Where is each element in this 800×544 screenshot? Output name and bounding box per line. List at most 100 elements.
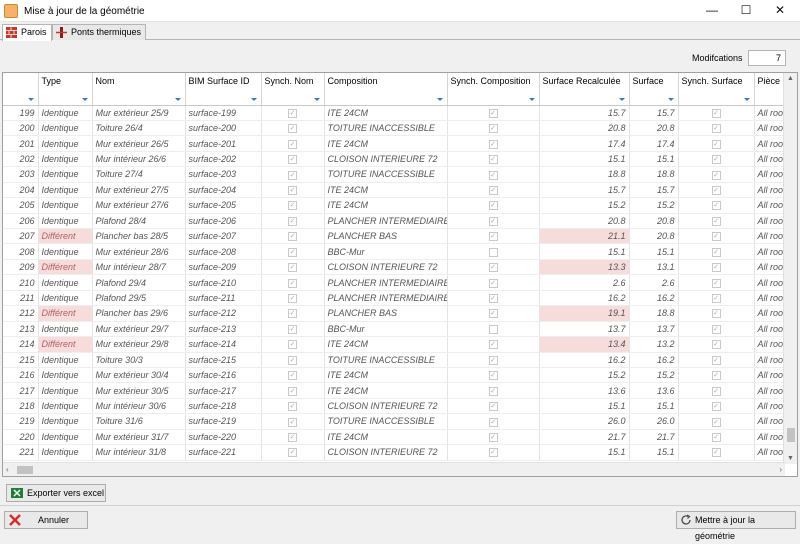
sync-composition-cell[interactable]: ✓: [447, 367, 540, 384]
checkbox[interactable]: ✓: [488, 124, 498, 134]
bim-id-cell[interactable]: surface-204: [185, 182, 262, 199]
recalc-surface-cell[interactable]: 13.6: [539, 382, 630, 399]
sync-composition-cell[interactable]: ✓: [447, 444, 540, 461]
name-cell[interactable]: Mur extérieur 26/5: [92, 135, 186, 152]
composition-cell[interactable]: PLANCHER INTERMEDIAIRE: [324, 274, 448, 291]
bim-id-cell[interactable]: surface-200: [185, 120, 262, 137]
recalc-surface-cell[interactable]: 15.1: [539, 444, 630, 461]
sync-composition-cell[interactable]: ✓: [447, 290, 540, 307]
sync-name-cell[interactable]: ✓: [261, 429, 325, 446]
scroll-left-icon[interactable]: ‹: [6, 465, 9, 474]
checkbox[interactable]: ✓: [288, 448, 297, 458]
row-number-cell[interactable]: 202: [3, 151, 39, 168]
type-cell[interactable]: Identique: [38, 213, 93, 230]
type-cell[interactable]: Différent: [38, 228, 93, 245]
checkbox[interactable]: ✓: [488, 448, 498, 458]
name-cell[interactable]: Mur intérieur 28/7: [92, 259, 186, 276]
sync-composition-cell[interactable]: ✓: [447, 105, 540, 121]
sync-surface-cell[interactable]: ✓: [678, 135, 755, 152]
scroll-thumb[interactable]: [787, 428, 795, 442]
surface-cell[interactable]: 13.7: [629, 321, 679, 338]
row-number-cell[interactable]: 216: [3, 367, 39, 384]
bim-id-cell[interactable]: surface-206: [185, 213, 262, 230]
sync-name-cell[interactable]: ✓: [261, 259, 325, 276]
composition-cell[interactable]: TOITURE INACCESSIBLE: [324, 166, 448, 183]
name-cell[interactable]: Mur intérieur 26/6: [92, 151, 186, 168]
bim-id-cell[interactable]: surface-217: [185, 382, 262, 399]
sync-name-cell[interactable]: ✓: [261, 197, 325, 214]
composition-cell[interactable]: CLOISON INTERIEURE 72: [324, 444, 448, 461]
surface-cell[interactable]: 17.4: [629, 135, 679, 152]
bim-id-cell[interactable]: surface-203: [185, 166, 262, 183]
surface-cell[interactable]: 26.0: [629, 413, 679, 430]
recalc-surface-cell[interactable]: 15.2: [539, 367, 630, 384]
sync-composition-cell[interactable]: ✓: [447, 305, 540, 322]
checkbox[interactable]: ✓: [288, 340, 297, 350]
sync-composition-cell[interactable]: ✓: [447, 336, 540, 353]
checkbox[interactable]: ✓: [711, 263, 721, 273]
checkbox[interactable]: ✓: [711, 432, 721, 442]
filter-icon[interactable]: [250, 97, 257, 101]
checkbox[interactable]: ✓: [711, 355, 721, 365]
bim-id-cell[interactable]: surface-207: [185, 228, 262, 245]
checkbox[interactable]: ✓: [488, 386, 498, 396]
recalc-surface-cell[interactable]: 15.2: [539, 197, 630, 214]
sync-name-cell[interactable]: ✓: [261, 274, 325, 291]
composition-cell[interactable]: BBC-Mur: [324, 243, 448, 260]
table-row[interactable]: 211 Identique Plafond 29/5 surface-211 ✓ PLAN…: [3, 290, 797, 307]
recalc-surface-cell[interactable]: 13.7: [539, 321, 630, 338]
sync-surface-cell[interactable]: ✓: [678, 213, 755, 230]
bim-id-cell[interactable]: surface-211: [185, 290, 262, 307]
surface-cell[interactable]: 15.1: [629, 398, 679, 415]
row-number-cell[interactable]: 207: [3, 228, 39, 245]
checkbox[interactable]: ✓: [288, 201, 297, 211]
table-row[interactable]: 209 Différent Mur intérieur 28/7 surface-20…: [3, 259, 797, 276]
name-cell[interactable]: Mur extérieur 30/4: [92, 367, 186, 384]
checkbox[interactable]: ✓: [711, 402, 721, 412]
bim-id-cell[interactable]: surface-216: [185, 367, 262, 384]
table-row[interactable]: 213 Identique Mur extérieur 29/7 surface-21…: [3, 321, 797, 338]
row-number-cell[interactable]: 209: [3, 259, 39, 276]
bim-id-cell[interactable]: surface-220: [185, 429, 262, 446]
sync-composition-cell[interactable]: ✓: [447, 382, 540, 399]
table-row[interactable]: 210 Identique Plafond 29/4 surface-210 ✓ PLAN…: [3, 274, 797, 291]
type-cell[interactable]: Identique: [38, 352, 93, 368]
table-row[interactable]: 201 Identique Mur extérieur 26/5 surface-20…: [3, 135, 797, 152]
surface-cell[interactable]: 15.1: [629, 444, 679, 461]
checkbox[interactable]: ✓: [711, 417, 721, 427]
table-row[interactable]: 199 Identique Mur extérieur 25/9 surface-19…: [3, 105, 797, 121]
composition-cell[interactable]: ITE 24CM: [324, 197, 448, 214]
sync-surface-cell[interactable]: ✓: [678, 197, 755, 214]
checkbox[interactable]: ✓: [488, 232, 498, 242]
composition-cell[interactable]: ITE 24CM: [324, 382, 448, 399]
surface-cell[interactable]: 20.8: [629, 213, 679, 230]
sync-composition-cell[interactable]: ✓: [447, 120, 540, 137]
sync-composition-cell[interactable]: ✓: [447, 182, 540, 199]
filter-icon[interactable]: [27, 97, 34, 101]
name-cell[interactable]: Toiture 31/6: [92, 413, 186, 430]
sync-composition-cell[interactable]: ✓: [447, 429, 540, 446]
column-header[interactable]: Nom: [92, 73, 186, 106]
sync-surface-cell[interactable]: ✓: [678, 120, 755, 137]
sync-composition-cell[interactable]: ✓: [447, 398, 540, 415]
checkbox[interactable]: ✓: [288, 170, 297, 180]
surface-cell[interactable]: 15.1: [629, 243, 679, 260]
surface-cell[interactable]: 16.2: [629, 290, 679, 307]
type-cell[interactable]: Identique: [38, 274, 93, 291]
checkbox[interactable]: ✓: [288, 355, 297, 365]
checkbox[interactable]: ✓: [288, 386, 297, 396]
sync-surface-cell[interactable]: ✓: [678, 382, 755, 399]
row-number-cell[interactable]: 221: [3, 444, 39, 461]
sync-surface-cell[interactable]: ✓: [678, 182, 755, 199]
checkbox[interactable]: ✓: [488, 201, 498, 211]
sync-composition-cell[interactable]: ✓: [447, 352, 540, 368]
surface-cell[interactable]: 13.1: [629, 259, 679, 276]
checkbox[interactable]: ✓: [488, 185, 498, 195]
recalc-surface-cell[interactable]: 15.7: [539, 105, 630, 121]
sync-name-cell[interactable]: ✓: [261, 290, 325, 307]
checkbox[interactable]: ✓: [288, 417, 297, 427]
checkbox[interactable]: ✓: [711, 294, 721, 304]
table-row[interactable]: 218 Identique Mur intérieur 30/6 surface-21…: [3, 398, 797, 415]
type-cell[interactable]: Identique: [38, 197, 93, 214]
table-row[interactable]: 205 Identique Mur extérieur 27/6 surface-20…: [3, 197, 797, 214]
